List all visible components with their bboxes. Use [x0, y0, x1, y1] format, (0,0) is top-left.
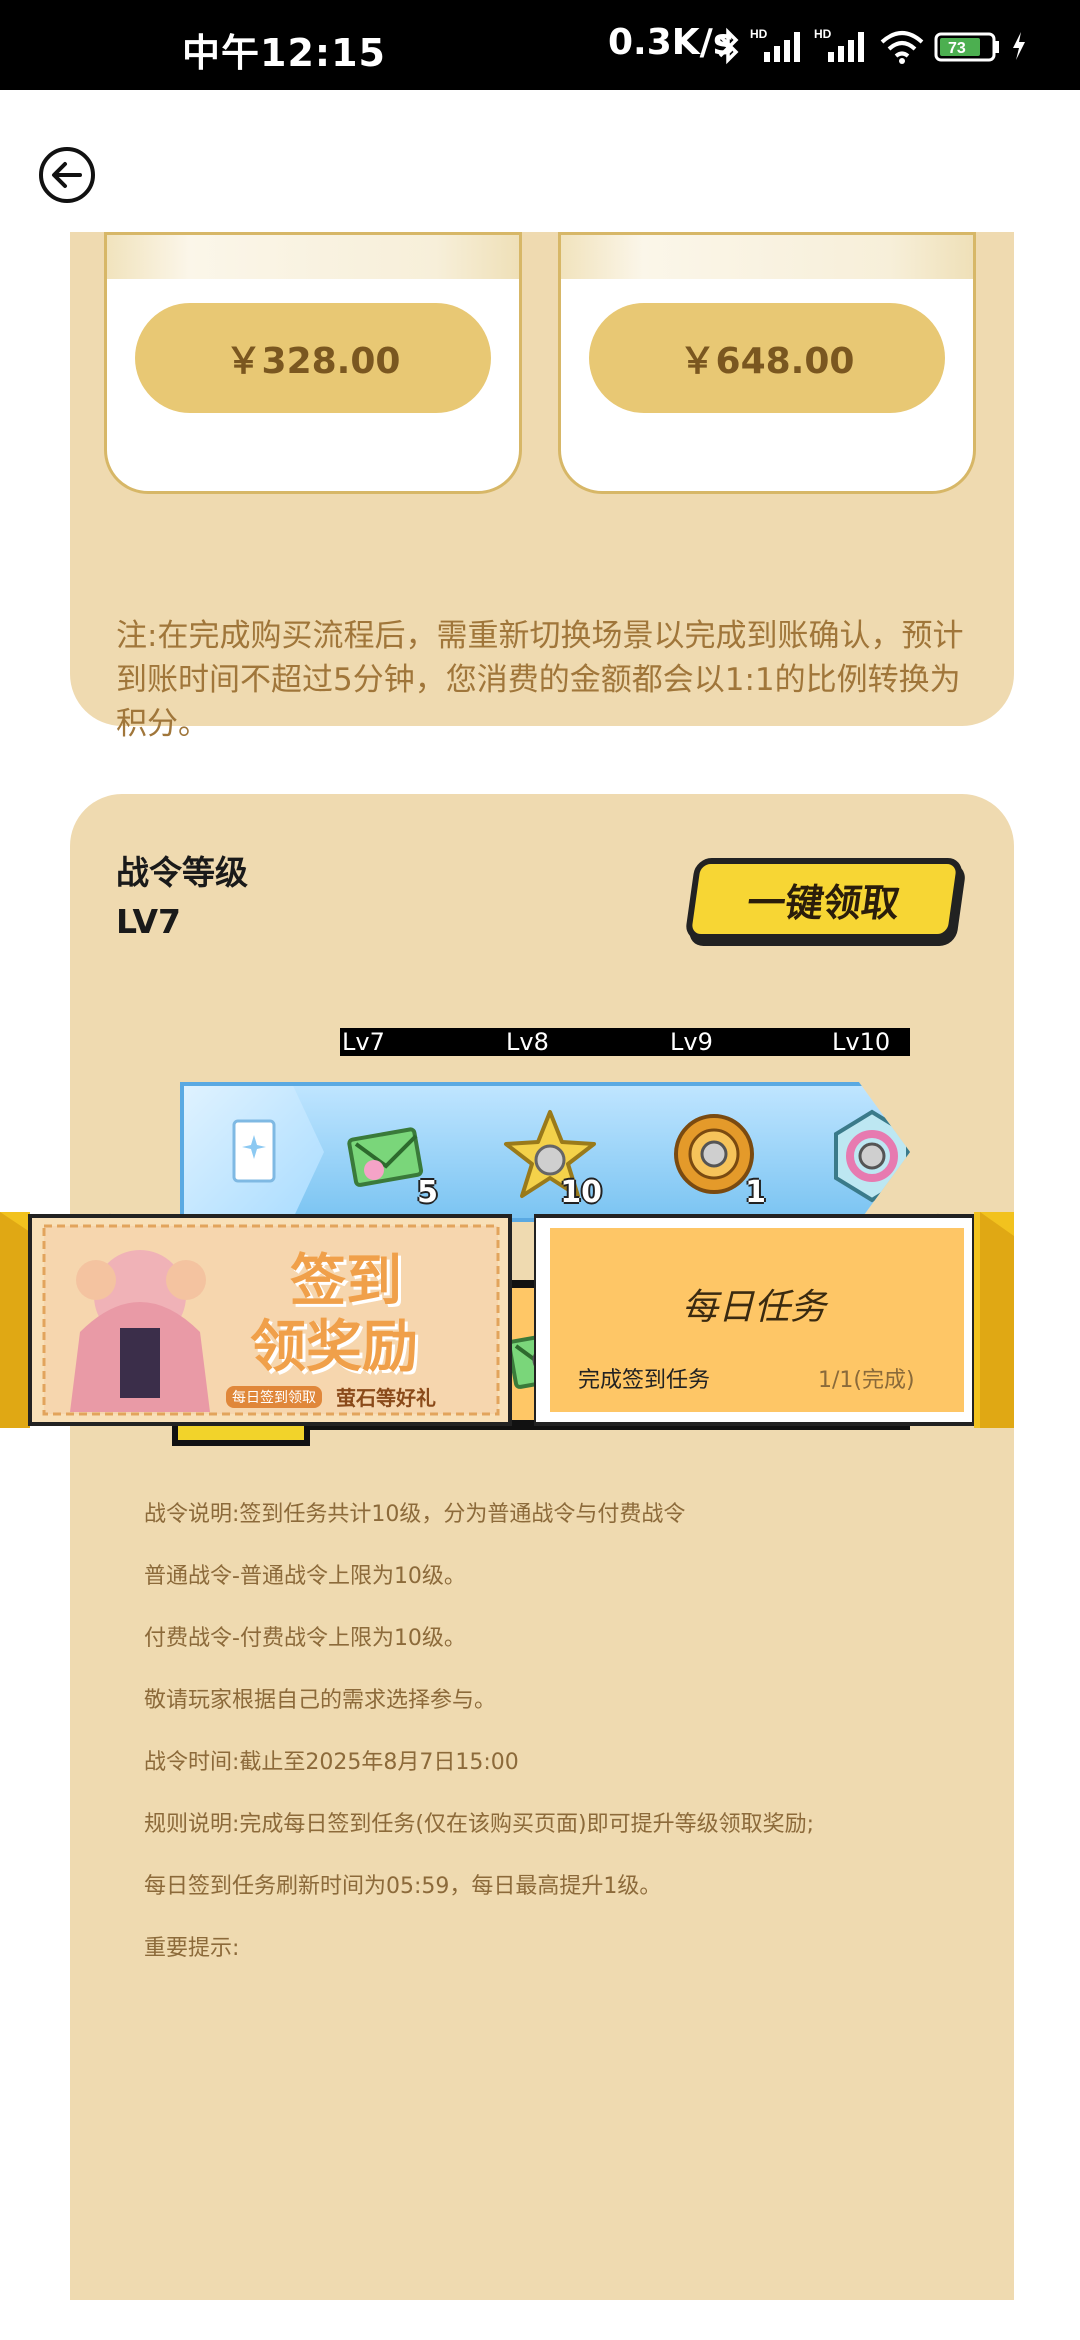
- free-reward-lv7[interactable]: 5: [334, 1104, 438, 1210]
- reward-count: 1: [745, 1175, 766, 1210]
- info-line: 每日签到任务刷新时间为05:59，每日最高提升1级。: [144, 1874, 662, 1899]
- status-icons: HD HD 73: [716, 26, 1028, 66]
- bottom-bar: [0, 2300, 1080, 2340]
- banner-caption: 萤石等好礼: [336, 1386, 436, 1410]
- info-line: 敬请玩家根据自己的需求选择参与。: [144, 1688, 497, 1713]
- battle-pass-level: LV7: [116, 902, 181, 941]
- level-label: Lv7: [342, 1028, 385, 1056]
- battery-icon: 73: [934, 32, 999, 62]
- reward-count: 5: [417, 1175, 438, 1210]
- battery-level: 73: [948, 40, 966, 57]
- daily-task-progress: 1/1(完成): [818, 1368, 915, 1393]
- wifi-icon: [880, 31, 924, 64]
- bluetooth-icon: [718, 27, 739, 65]
- info-line: 战令时间:截止至2025年8月7日15:00: [144, 1750, 519, 1775]
- info-line: 重要提示:: [144, 1936, 240, 1961]
- reward-count: 1: [903, 1175, 924, 1210]
- recharge-card: ￥328.00 ￥648.00 注:在完成购买流程后，需重新切换场景以完成到账确…: [70, 232, 1014, 742]
- signal-icon: HD: [750, 27, 800, 62]
- daily-task-panel[interactable]: 每日任务 完成签到任务 1/1(完成): [534, 1212, 1014, 1428]
- price-button-648[interactable]: ￥648.00: [589, 303, 945, 413]
- battle-pass-info: 战令说明:签到任务共计10级，分为普通战令与付费战令 普通战令-普通战令上限为1…: [144, 1500, 964, 1996]
- top-header: [0, 90, 1080, 232]
- banner-caption-tag: 每日签到领取: [226, 1386, 322, 1408]
- info-line: 付费战令-付费战令上限为10级。: [144, 1626, 466, 1651]
- sign-in-banner[interactable]: 签到 领奖励 每日签到领取 萤石等好礼: [0, 1212, 520, 1428]
- info-line: 战令说明:签到任务共计10级，分为普通战令与付费战令: [144, 1502, 686, 1527]
- claim-all-button[interactable]: 一键领取: [684, 858, 964, 940]
- recharge-note: 注:在完成购买流程后，需重新切换场景以完成到账确认，预计到账时间不超过5分钟，您…: [116, 618, 964, 742]
- level-header: Lv7 Lv8 Lv9 Lv10: [340, 1028, 910, 1056]
- level-label: Lv10: [832, 1028, 891, 1056]
- card-decor: [561, 235, 973, 279]
- daily-task-title: 每日任务: [681, 1287, 826, 1328]
- info-line: 规则说明:完成每日签到任务(仅在该购买页面)即可提升等级领取奖励;: [144, 1812, 814, 1837]
- free-reward-lv10[interactable]: 1: [820, 1104, 924, 1210]
- reward-count: 10: [560, 1175, 602, 1210]
- level-label: Lv9: [670, 1028, 713, 1056]
- signal-icon-2: HD: [814, 27, 864, 62]
- free-reward-lv9[interactable]: 1: [662, 1104, 766, 1210]
- status-bar: 中午12:15 0.3K/s HD HD 73: [0, 0, 1080, 90]
- info-line: 普通战令-普通战令上限为10级。: [144, 1564, 466, 1589]
- rainbow-crystal-icon: [834, 1109, 910, 1203]
- free-pass-book-icon: [184, 1086, 324, 1218]
- svg-text:HD: HD: [750, 27, 768, 41]
- banner-headline-2: 领奖励: [250, 1315, 418, 1380]
- charging-icon: [1013, 32, 1025, 60]
- recharge-option-648[interactable]: ￥648.00: [558, 232, 976, 494]
- recharge-option-328[interactable]: ￥328.00: [104, 232, 522, 494]
- battle-pass-title: 战令等级: [116, 853, 248, 892]
- free-reward-track: 5 10 1 1: [180, 1082, 910, 1222]
- free-reward-lv8[interactable]: 10: [498, 1104, 602, 1210]
- level-label: Lv8: [506, 1028, 549, 1056]
- scroll-content[interactable]: ￥328.00 ￥648.00 注:在完成购买流程后，需重新切换场景以完成到账确…: [0, 232, 1080, 2300]
- back-arrow-icon[interactable]: [38, 146, 96, 204]
- battle-pass-card: 战令等级 LV7 一键领取 Lv7 Lv8 Lv9 Lv10 5 10 1 1 …: [0, 794, 1014, 2300]
- price-button-328[interactable]: ￥328.00: [135, 303, 491, 413]
- svg-text:HD: HD: [814, 27, 832, 41]
- card-decor: [107, 235, 519, 279]
- status-time: 中午12:15: [182, 31, 386, 75]
- daily-task-name: 完成签到任务: [578, 1368, 711, 1393]
